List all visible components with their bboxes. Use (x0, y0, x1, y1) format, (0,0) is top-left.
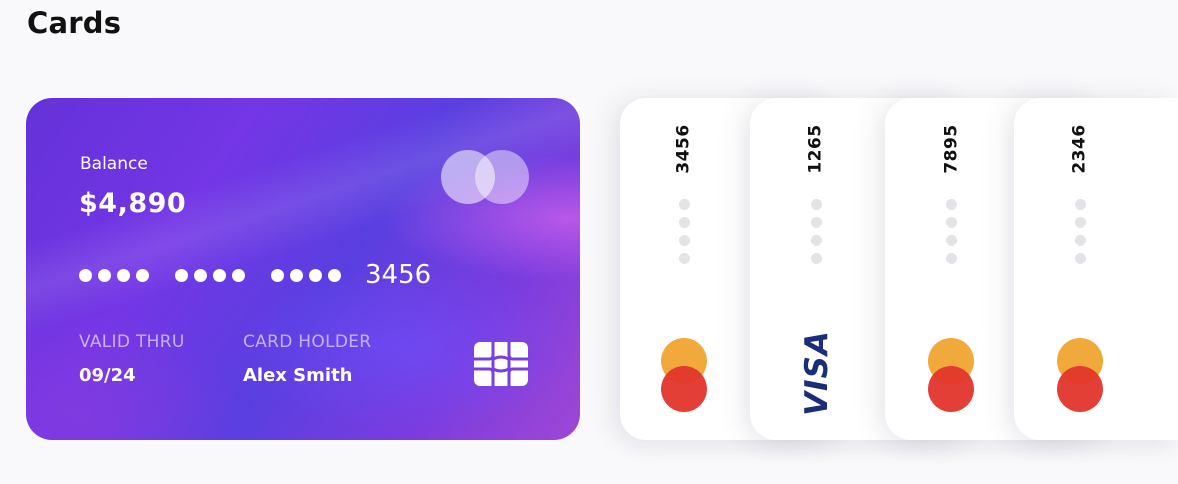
mini-card-number: 1265 (806, 124, 827, 174)
mastercard-icon (927, 338, 975, 414)
masked-digits-group-1 (79, 268, 149, 282)
mastercard-icon (660, 338, 708, 414)
visa-icon: VISA (799, 330, 836, 416)
masked-digits-dots (811, 199, 823, 264)
mini-card-number: 2346 (1070, 124, 1091, 174)
masked-digits-dots (1075, 199, 1087, 264)
mini-card-4[interactable]: 2346 (1014, 98, 1178, 440)
section-title: Cards (27, 6, 122, 40)
masked-digits-dots (946, 199, 958, 264)
valid-thru-value: 09/24 (79, 365, 136, 386)
mastercard-icon (1056, 338, 1104, 414)
balance-amount: $4,890 (79, 188, 187, 219)
mini-card-number: 3456 (674, 124, 695, 174)
valid-thru-label: VALID THRU (79, 332, 185, 352)
card-last-four: 3456 (365, 260, 432, 290)
balance-label: Balance (80, 154, 148, 174)
mini-card-number: 7895 (942, 124, 963, 174)
mastercard-icon (441, 150, 531, 204)
chip-icon (473, 341, 529, 387)
card-holder-label: CARD HOLDER (243, 332, 372, 352)
masked-digits-group-3 (271, 268, 341, 282)
masked-digits-dots (679, 199, 691, 264)
main-credit-card[interactable]: Balance $4,890 3456 VALID THRU CARD HOLD… (26, 98, 580, 440)
masked-digits-group-2 (175, 268, 245, 282)
card-holder-name: Alex Smith (243, 365, 353, 386)
card-number: 3456 (79, 260, 431, 290)
